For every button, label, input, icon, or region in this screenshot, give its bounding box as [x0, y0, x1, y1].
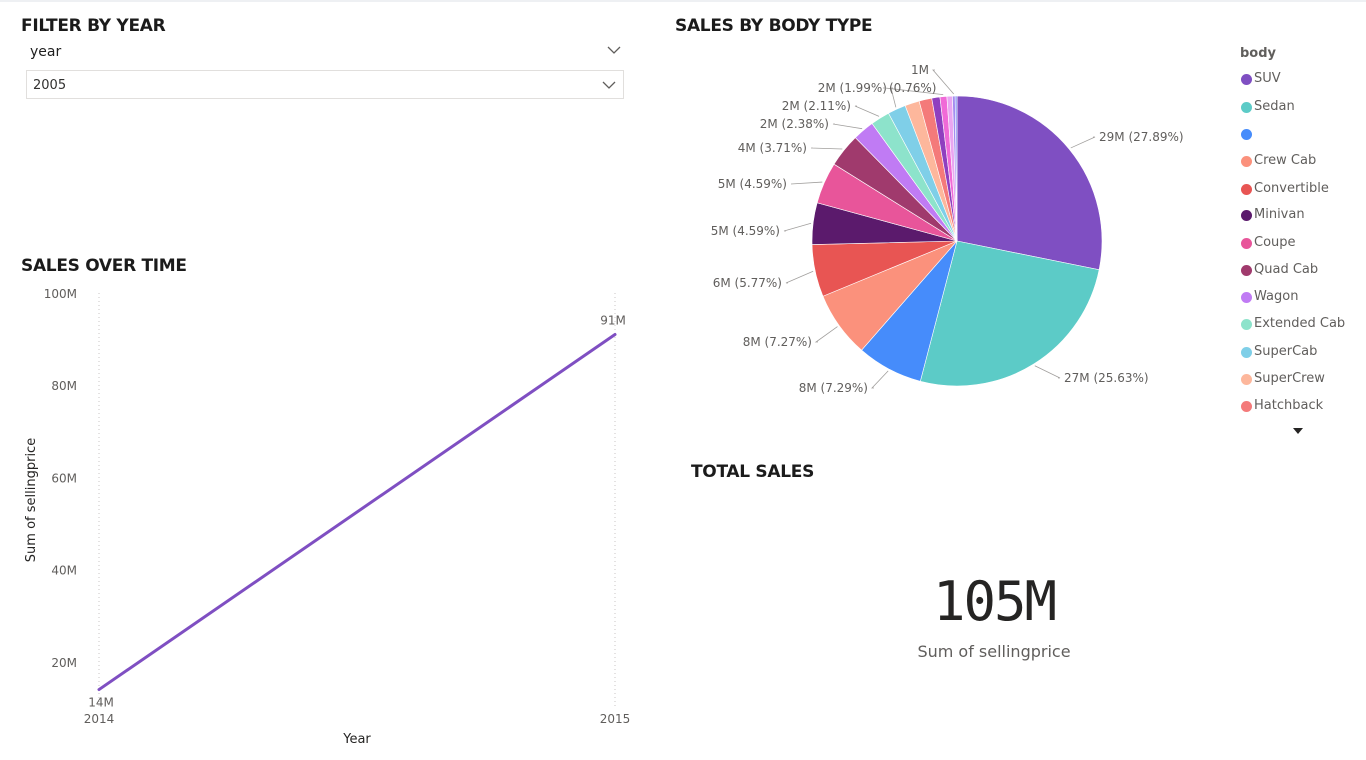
- y-tick-label: 20M: [51, 656, 77, 670]
- kpi-title: TOTAL SALES: [691, 462, 815, 482]
- legend-marker: [1241, 347, 1252, 358]
- legend-marker: [1241, 184, 1252, 195]
- legend-marker: [1241, 210, 1252, 221]
- pie-slice[interactable]: [956, 95, 1103, 271]
- legend-marker: [1241, 74, 1252, 85]
- pie-data-label: 8M (7.29%): [799, 381, 868, 395]
- x-axis-label: Year: [342, 732, 371, 747]
- y-tick-label: 60M: [51, 471, 77, 485]
- pie-data-label: 5M (4.59%): [711, 224, 780, 238]
- legend-label: Coupe: [1254, 235, 1296, 250]
- pie-data-label: 2M (2.11%): [782, 99, 851, 113]
- legend-title: body: [1240, 46, 1277, 61]
- y-axis-label: Sum of sellingprice: [24, 438, 39, 562]
- x-tick-label: 2014: [84, 712, 115, 726]
- legend-marker: [1241, 292, 1252, 303]
- legend-label: SUV: [1254, 71, 1281, 86]
- legend-label: Wagon: [1254, 289, 1299, 304]
- pie-data-label: 27M (25.63%): [1064, 371, 1149, 385]
- leader-line: [1070, 136, 1096, 149]
- kpi-label: Sum of sellingprice: [917, 642, 1071, 661]
- legend-scroll-down-icon[interactable]: [1292, 427, 1304, 435]
- leader-line: [871, 370, 889, 389]
- legend-label: Convertible: [1254, 181, 1329, 196]
- data-label: 91M: [600, 314, 626, 328]
- pie-data-label: 5M (4.59%): [718, 177, 787, 191]
- leader-line: [790, 181, 823, 185]
- y-tick-label: 100M: [44, 287, 77, 301]
- legend-label: Crew Cab: [1254, 153, 1317, 168]
- leader-line: [832, 123, 863, 130]
- legend-marker: [1241, 102, 1252, 113]
- legend-marker: [1241, 238, 1252, 249]
- legend-label: Extended Cab: [1254, 316, 1346, 331]
- y-tick-label: 40M: [51, 564, 77, 578]
- leader-line: [810, 147, 843, 150]
- pie-data-label: 29M (27.89%): [1099, 130, 1184, 144]
- leader-line: [814, 326, 838, 343]
- legend-label: Quad Cab: [1254, 262, 1319, 277]
- legend-marker: [1241, 156, 1252, 167]
- sales-line[interactable]: [97, 333, 617, 692]
- data-label: 14M: [88, 696, 114, 710]
- legend-label: SuperCab: [1254, 344, 1318, 359]
- pie-data-label: 2M (1.99%): [818, 81, 887, 95]
- legend-marker: [1241, 265, 1252, 276]
- legend-marker: [1241, 319, 1252, 330]
- leader-line: [1034, 365, 1061, 379]
- legend-label: Minivan: [1254, 207, 1305, 222]
- pie-data-label: (0.76%): [889, 81, 936, 95]
- pie-data-label: 2M (2.38%): [760, 117, 829, 131]
- leader-line: [783, 222, 812, 232]
- legend-label: Hatchback: [1254, 398, 1324, 413]
- pie-data-label: 1M: [911, 63, 929, 77]
- legend-label: SuperCrew: [1254, 371, 1325, 386]
- y-tick-label: 80M: [51, 379, 77, 393]
- legend-marker: [1241, 129, 1252, 140]
- pie-data-label: 6M (5.77%): [713, 276, 782, 290]
- legend-marker: [1241, 401, 1252, 412]
- line-chart: 100M 80M 60M 40M 20M 2014 2015 14M 91M Sum of …: [24, 287, 631, 747]
- x-tick-label: 2015: [600, 712, 631, 726]
- leader-line: [854, 105, 880, 117]
- pie-data-label: 8M (7.27%): [743, 335, 812, 349]
- leader-line: [785, 270, 814, 284]
- pie-chart: 29M (27.89%) 27M (25.63%) 8M (7.29%) 8M (7.…: [711, 63, 1184, 395]
- legend-label: Sedan: [1254, 99, 1295, 114]
- kpi-value: 105M: [932, 570, 1057, 633]
- pie-data-label: 4M (3.71%): [738, 141, 807, 155]
- legend-marker: [1241, 374, 1252, 385]
